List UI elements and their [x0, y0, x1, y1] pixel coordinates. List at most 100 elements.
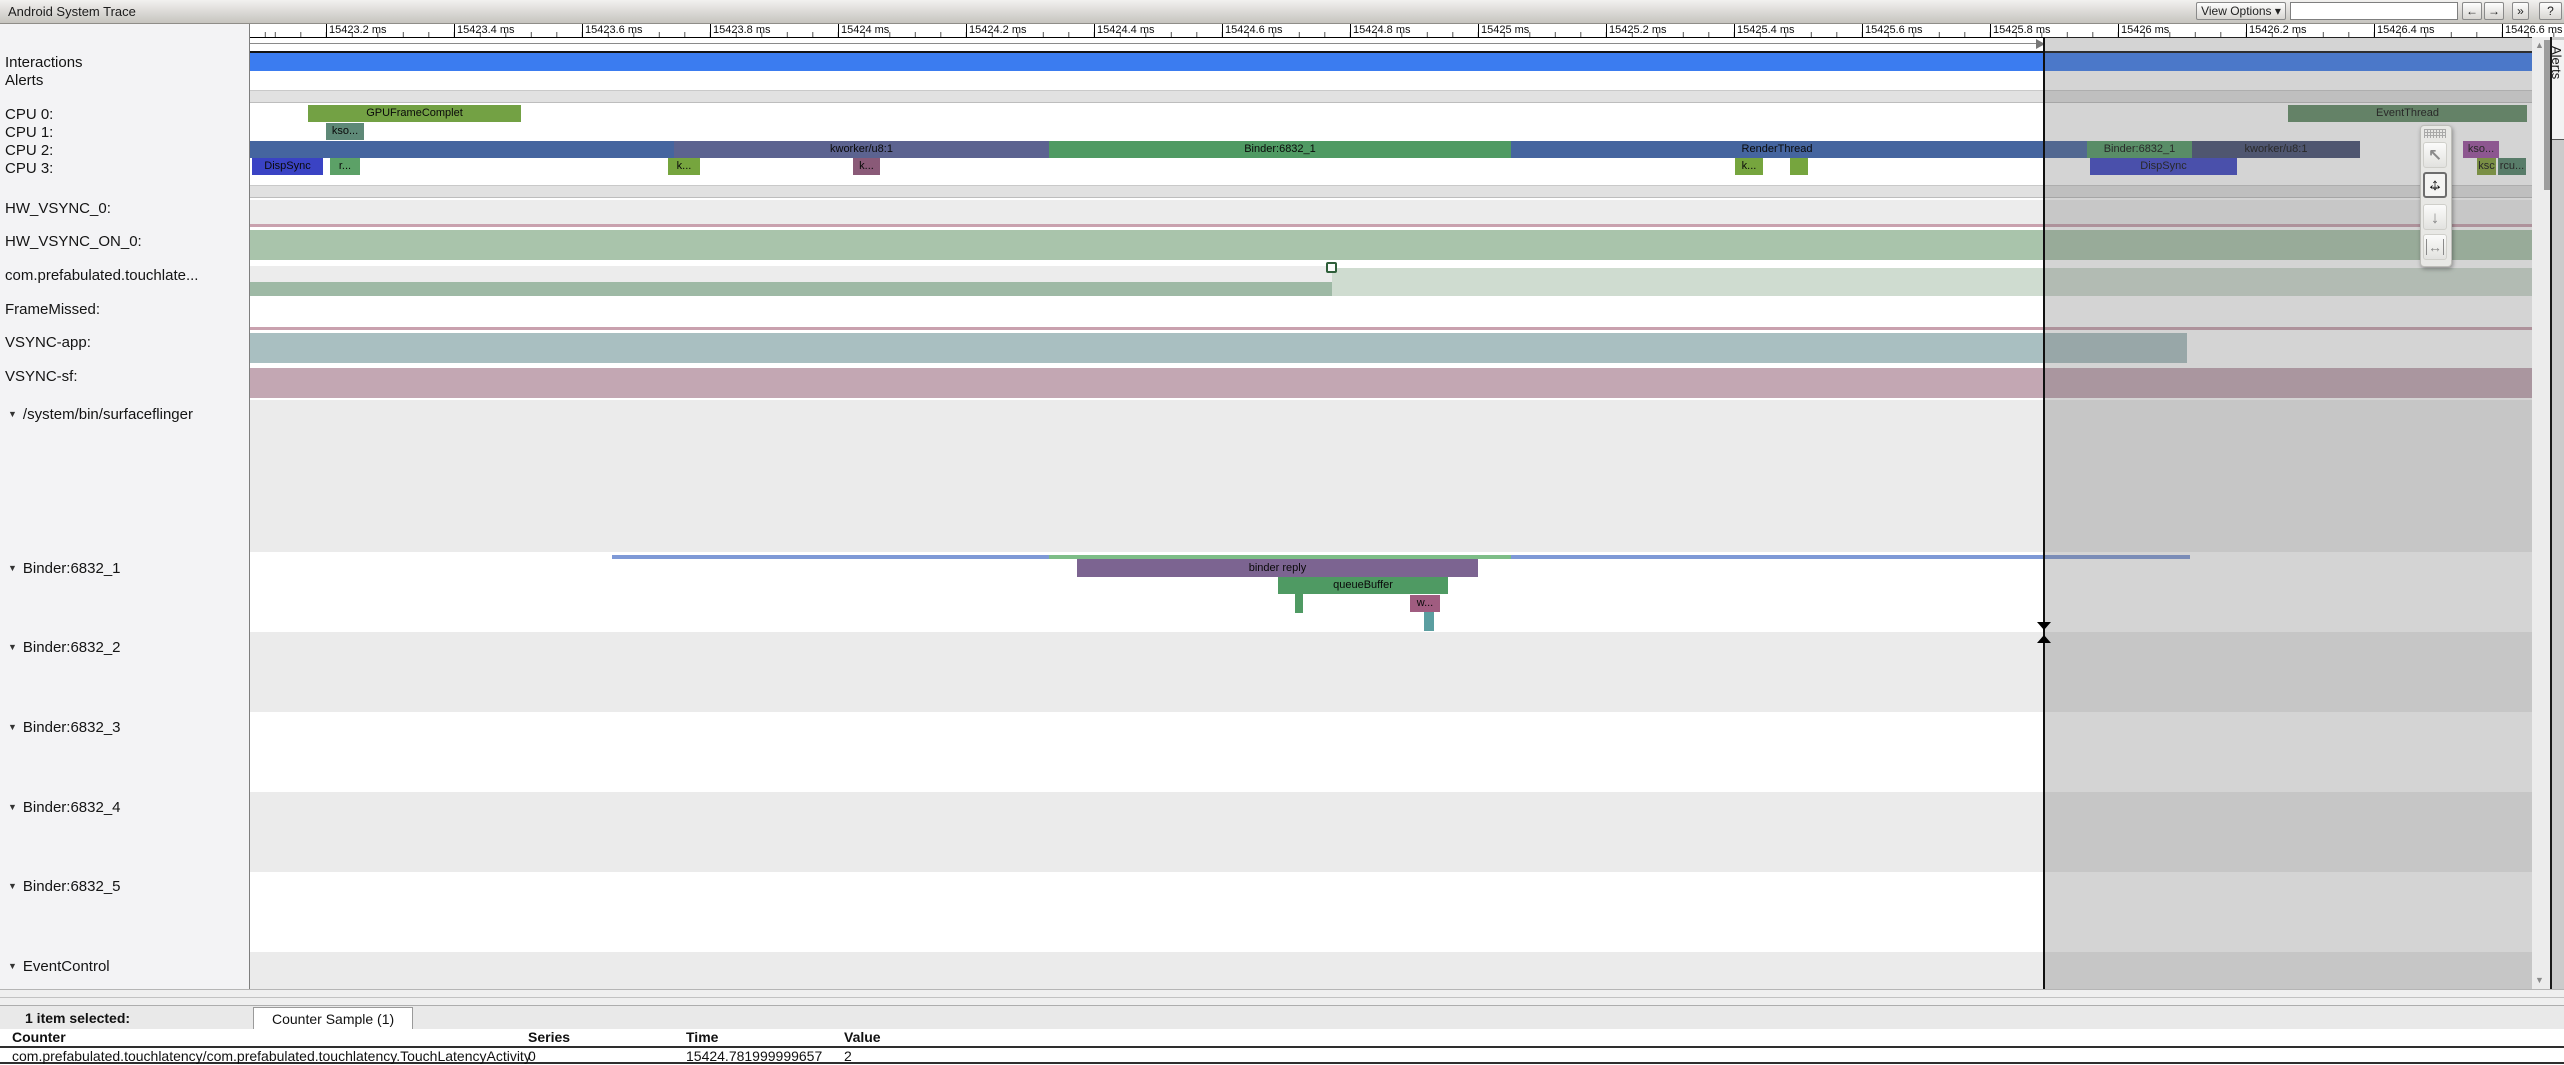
collapse-icon[interactable]: ▼	[8, 409, 17, 419]
sidebar-item-vsync-sf[interactable]: VSYNC-sf:	[5, 368, 78, 385]
timing-tool-button[interactable]: ↔	[2423, 234, 2447, 260]
sidebar-item-binder-6832-5[interactable]: ▼Binder:6832_5	[8, 878, 121, 895]
sidebar-item-label: EventControl	[23, 958, 110, 975]
trace-slice-dispsync[interactable]: DispSync	[252, 158, 323, 175]
sidebar-item-cpu1[interactable]: CPU 1:	[5, 124, 53, 141]
ruler-tick-label: 15425.4 ms	[1737, 24, 1794, 36]
sidebar-item-eventcontrol[interactable]: ▼ EventControl	[8, 958, 110, 975]
sidebar-item-label: Binder:6832_1	[23, 560, 121, 577]
sidebar-item-hw-vsync-on-0[interactable]: HW_VSYNC_ON_0:	[5, 233, 142, 250]
sidebar-item-vsync-app[interactable]: VSYNC-app:	[5, 334, 91, 351]
trace-slice-queue-buffer[interactable]: queueBuffer	[1278, 577, 1448, 594]
selection-count-label: 1 item selected:	[25, 1010, 130, 1026]
search-input[interactable]	[2290, 2, 2458, 20]
sidebar-item-binder-6832-1[interactable]: ▼ Binder:6832_1	[8, 560, 121, 577]
sidebar-item-alerts[interactable]: Alerts	[5, 72, 43, 89]
ruler-tick-label: 15423.6 ms	[585, 24, 642, 36]
sidebar-item-hw-vsync-0[interactable]: HW_VSYNC_0:	[5, 200, 111, 217]
ruler-tick-label: 15425.8 ms	[1993, 24, 2050, 36]
palette-drag-handle[interactable]	[2424, 129, 2446, 138]
collapse-icon[interactable]: ▼	[8, 802, 17, 812]
trace-slice-gpu-frame-complete[interactable]: GPUFrameComplet	[308, 105, 521, 122]
trace-slice-binder-reply[interactable]: binder reply	[1077, 559, 1478, 577]
window-title: Android System Trace	[8, 4, 136, 19]
ruler-major-tick	[1606, 23, 1607, 37]
sidebar-item-binder-6832-2[interactable]: ▼Binder:6832_2	[8, 639, 121, 656]
sidebar-item-touchlatency[interactable]: com.prefabulated.touchlate...	[5, 267, 198, 284]
collapse-icon[interactable]: ▼	[8, 642, 17, 652]
trace-slice-kworker-small[interactable]	[1790, 158, 1808, 175]
tab-counter-sample[interactable]: Counter Sample (1)	[253, 1007, 413, 1029]
pan-tool-button[interactable]: ↔↕	[2423, 172, 2447, 198]
forward-button[interactable]: →	[2484, 2, 2504, 20]
touchlatency-counter-low-bg[interactable]	[250, 266, 1332, 282]
sidebar-item-framemissed[interactable]: FrameMissed:	[5, 301, 100, 318]
collapse-icon[interactable]: ▼	[8, 961, 17, 971]
column-time: Time	[686, 1029, 718, 1045]
trace-slice-thread-state-line[interactable]	[612, 555, 1049, 559]
marker-arrow-up-icon	[2037, 635, 2051, 643]
view-options-button[interactable]: View Options ▾	[2196, 2, 2286, 20]
alerts-side-tab[interactable]: Alerts	[2552, 40, 2564, 140]
touchlatency-counter-low-fill[interactable]	[250, 282, 1332, 296]
trace-slice-kworker-small[interactable]: k...	[1735, 158, 1763, 175]
sidebar-item-surfaceflinger[interactable]: ▼/system/bin/surfaceflinger	[8, 406, 193, 423]
back-button[interactable]: ←	[2462, 2, 2482, 20]
sidebar-item-cpu2[interactable]: CPU 2:	[5, 142, 53, 159]
ruler-tick-label: 15424 ms	[841, 24, 889, 36]
vsync-app-counter[interactable]	[250, 333, 2187, 363]
scroll-down-icon[interactable]: ▼	[2535, 975, 2544, 985]
trace-slice-ksoftirqd[interactable]: kso...	[326, 123, 364, 140]
ruler-tick-label: 15426.4 ms	[2377, 24, 2434, 36]
scroll-up-icon[interactable]: ▲	[2535, 40, 2544, 50]
ruler-tick-label: 15426.2 ms	[2249, 24, 2306, 36]
collapse-icon[interactable]: ▼	[8, 563, 17, 573]
ruler-major-tick	[1990, 23, 1991, 37]
more-button[interactable]: »	[2512, 2, 2529, 20]
column-counter: Counter	[12, 1029, 66, 1045]
sidebar-item-cpu0[interactable]: CPU 0:	[5, 106, 53, 123]
trace-slice-kworker-small[interactable]: k...	[668, 158, 700, 175]
ruler-major-tick	[966, 23, 967, 37]
trace-slice-rcu-slice[interactable]: r...	[330, 158, 360, 175]
selection-tool-button[interactable]: ↖	[2423, 142, 2447, 168]
trace-slice-binder-6832-1[interactable]: Binder:6832_1	[1049, 141, 1511, 158]
table-row[interactable]: com.prefabulated.touchlatency/com.prefab…	[0, 1048, 2564, 1064]
trace-slice-wait-slice[interactable]: w...	[1410, 595, 1440, 612]
zoom-arrow-icon: ↓	[2431, 208, 2440, 227]
zoom-tool-button[interactable]: ↓	[2423, 204, 2447, 230]
ruler-tick-label: 15423.4 ms	[457, 24, 514, 36]
sidebar-item-interactions[interactable]: Interactions	[5, 54, 83, 71]
ruler-major-tick	[2502, 23, 2503, 37]
trace-slice-small-slice[interactable]	[1424, 612, 1434, 631]
ruler-major-tick	[838, 23, 839, 37]
column-series: Series	[528, 1029, 570, 1045]
track-label-sidebar: Interactions Alerts CPU 0: CPU 1: CPU 2:…	[0, 23, 250, 989]
collapse-icon[interactable]: ▼	[8, 881, 17, 891]
trace-slice-kworker[interactable]: kworker/u8:1	[674, 141, 1049, 158]
column-value: Value	[844, 1029, 881, 1045]
selected-counter-sample-marker[interactable]	[1326, 262, 1337, 273]
ruler-major-tick	[1094, 23, 1095, 37]
trace-slice-cpu2-run[interactable]	[250, 141, 674, 158]
timeline-ruler[interactable]: 15423.2 ms 15423.4 ms 15423.6 ms 15423.8 ms…	[250, 23, 2564, 38]
cell-time: 15424.781999999657	[686, 1048, 822, 1064]
ruler-tick-label: 15424.6 ms	[1225, 24, 1282, 36]
trace-slice-small-slice[interactable]	[1295, 594, 1303, 613]
ruler-tick-label: 15423.8 ms	[713, 24, 770, 36]
help-button[interactable]: ?	[2539, 2, 2562, 20]
sidebar-item-binder-6832-3[interactable]: ▼Binder:6832_3	[8, 719, 121, 736]
ruler-major-tick	[326, 23, 327, 37]
cursor-icon: ↖	[2428, 146, 2442, 165]
sidebar-item-binder-6832-4[interactable]: ▼Binder:6832_4	[8, 799, 121, 816]
sidebar-item-cpu3[interactable]: CPU 3:	[5, 160, 53, 177]
collapse-icon[interactable]: ▼	[8, 722, 17, 732]
time-marker-line[interactable]	[2043, 37, 2045, 989]
horizontal-splitter[interactable]	[0, 989, 2564, 1006]
ruler-tick-label: 15423.2 ms	[329, 24, 386, 36]
ruler-major-tick	[454, 23, 455, 37]
trace-slice-render-thread[interactable]: RenderThread	[1511, 141, 2043, 158]
ruler-tick-label: 15425 ms	[1481, 24, 1529, 36]
trace-slice-kworker-small[interactable]: k...	[853, 158, 880, 175]
cell-value: 2	[844, 1048, 852, 1064]
